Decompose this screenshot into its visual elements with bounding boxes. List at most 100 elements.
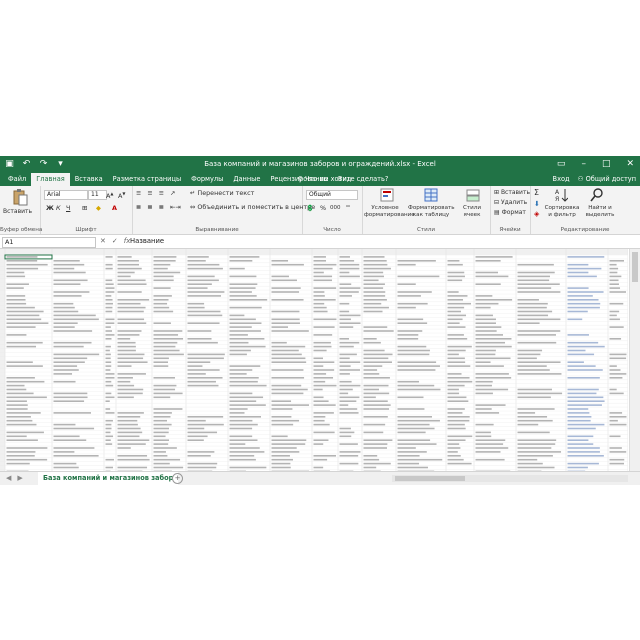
orientation-icon[interactable]: ↗ — [170, 189, 175, 198]
worksheet-grid[interactable] — [0, 249, 629, 473]
autosum-button[interactable]: Σ — [534, 188, 539, 197]
paste-icon[interactable] — [12, 189, 28, 206]
cell-styles-button[interactable]: Стили ячеек — [456, 205, 488, 219]
conditional-format-button[interactable]: Условное форматирование — [364, 205, 415, 219]
cell-text-mark — [229, 419, 253, 422]
close-icon[interactable]: ✕ — [626, 158, 634, 171]
format-cells-button[interactable]: ▤ Формат — [494, 208, 526, 217]
fill-color-icon[interactable]: ◆ — [96, 204, 101, 213]
vertical-scroll-thumb[interactable] — [632, 252, 638, 282]
cell-text-mark — [271, 349, 299, 352]
horizontal-scrollbar[interactable] — [392, 475, 628, 482]
cell-text-mark — [187, 338, 212, 340]
cell-text-mark — [313, 291, 325, 293]
cell-text-mark — [609, 263, 617, 266]
tab-insert[interactable]: Вставка — [70, 173, 108, 186]
cell-text-mark — [229, 435, 253, 438]
signin-link[interactable]: Вход — [553, 173, 570, 186]
restore-icon[interactable]: □ — [602, 158, 611, 171]
cell-text-mark — [117, 427, 141, 430]
cell-text-mark — [117, 267, 142, 270]
prev-sheet-icon[interactable]: ◀ — [6, 472, 11, 485]
ribbon-options-icon[interactable]: ▭ — [557, 158, 566, 171]
italic-button[interactable]: К — [56, 204, 61, 213]
cell-text-mark — [187, 427, 205, 430]
vertical-scrollbar[interactable] — [629, 249, 640, 471]
wrap-text-button[interactable]: ↵ Перенести текст — [190, 189, 254, 198]
cell-text-mark — [6, 302, 27, 305]
add-sheet-button[interactable]: + — [172, 473, 183, 484]
sort-filter-button[interactable]: Сортировка и фильтр — [544, 205, 580, 219]
next-sheet-icon[interactable]: ▶ — [17, 472, 22, 485]
font-color-icon[interactable]: A — [112, 204, 117, 213]
horizontal-align-icons[interactable]: ≣ ≣ ≣ — [136, 203, 166, 212]
tab-home[interactable]: Главная — [31, 173, 70, 186]
font-size-select[interactable]: 11 — [88, 190, 107, 200]
share-button[interactable]: ⚇ Общий доступ — [578, 173, 636, 186]
cell-text-mark — [609, 302, 624, 305]
minimize-icon[interactable]: – — [581, 158, 586, 171]
cell-text-mark — [475, 322, 496, 324]
merge-center-button[interactable]: ⇔ Объединить и поместить в центре — [190, 203, 315, 212]
cell-text-mark — [6, 388, 27, 391]
percent-button[interactable]: % — [320, 204, 326, 213]
clear-icon[interactable]: ◈ — [534, 210, 539, 219]
cell-text-mark — [6, 322, 49, 324]
font-name-select[interactable]: Arial — [44, 190, 88, 200]
format-as-table-button[interactable]: Форматировать как таблицу — [408, 205, 455, 219]
paste-label[interactable]: Вставить — [3, 207, 32, 216]
thousands-button[interactable]: 000 — [330, 204, 341, 213]
cell-text-mark — [363, 283, 385, 285]
cell-text-mark — [6, 256, 38, 258]
sort-filter-icon[interactable]: АЯ — [554, 188, 568, 202]
find-select-icon[interactable] — [590, 188, 604, 202]
cancel-icon[interactable]: ✕ — [100, 236, 106, 247]
cell-text-mark — [187, 357, 224, 360]
currency-icon[interactable]: 💲 — [306, 204, 314, 213]
insert-cells-button[interactable]: ⊞ Вставить — [494, 188, 530, 197]
tab-formulas[interactable]: Формулы — [186, 173, 228, 186]
enter-icon[interactable]: ✓ — [112, 236, 118, 247]
bold-button[interactable]: Ж — [46, 204, 54, 213]
grow-font-icon[interactable]: A▲ — [106, 189, 113, 201]
indent-icon[interactable]: ⇤⇥ — [170, 203, 181, 212]
shrink-font-icon[interactable]: A▼ — [118, 189, 125, 201]
cell-text-mark — [271, 392, 304, 395]
tab-file[interactable]: Файл — [3, 173, 31, 186]
cell-text-mark — [53, 326, 75, 328]
cell-text-mark — [53, 322, 78, 324]
cell-text-mark — [313, 443, 324, 445]
tab-data[interactable]: Данные — [228, 173, 265, 186]
cell-text-mark — [6, 318, 42, 321]
format-as-table-icon[interactable] — [424, 188, 438, 202]
decimal-icon[interactable]: ⁰⁰ — [346, 204, 350, 213]
cell-text-mark — [6, 408, 28, 410]
name-box[interactable]: A1 — [2, 237, 96, 248]
cell-text-mark — [517, 334, 556, 336]
borders-icon[interactable]: ⊞ — [82, 204, 87, 213]
cell-text-mark — [313, 419, 325, 422]
conditional-format-icon[interactable] — [380, 188, 394, 202]
cell-text-mark — [517, 396, 551, 399]
vertical-align-icons[interactable]: ≡ ≡ ≡ — [136, 189, 166, 198]
tab-page-layout[interactable]: Разметка страницы — [108, 173, 187, 186]
delete-cells-button[interactable]: ⊟ Удалить — [494, 198, 527, 207]
cell-text-mark — [313, 279, 333, 282]
number-format-select[interactable]: Общий — [306, 190, 358, 200]
find-select-button[interactable]: Найти и выделить — [582, 205, 618, 219]
title-bar: ▣ ↶ ↷ ▾ База компаний и магазинов заборо… — [0, 156, 640, 173]
sheet-tab-active[interactable]: База компаний и магазинов забор — [38, 472, 179, 485]
cell-styles-icon[interactable] — [466, 188, 480, 202]
cell-text-mark — [153, 455, 168, 457]
cell-text-mark — [105, 435, 114, 438]
cell-text-mark — [447, 291, 459, 293]
cell-text-mark — [567, 400, 605, 402]
tell-me-box[interactable]: ♀ Что вы хотите сделать? — [298, 173, 388, 186]
horizontal-scroll-thumb[interactable] — [395, 476, 465, 481]
cell-text-mark — [447, 338, 468, 340]
underline-button[interactable]: Ч — [66, 204, 70, 213]
formula-input[interactable]: Название — [130, 237, 638, 246]
fill-icon[interactable]: ⬇ — [534, 200, 540, 209]
cell-text-mark — [363, 373, 380, 375]
cell-text-mark — [609, 377, 623, 379]
